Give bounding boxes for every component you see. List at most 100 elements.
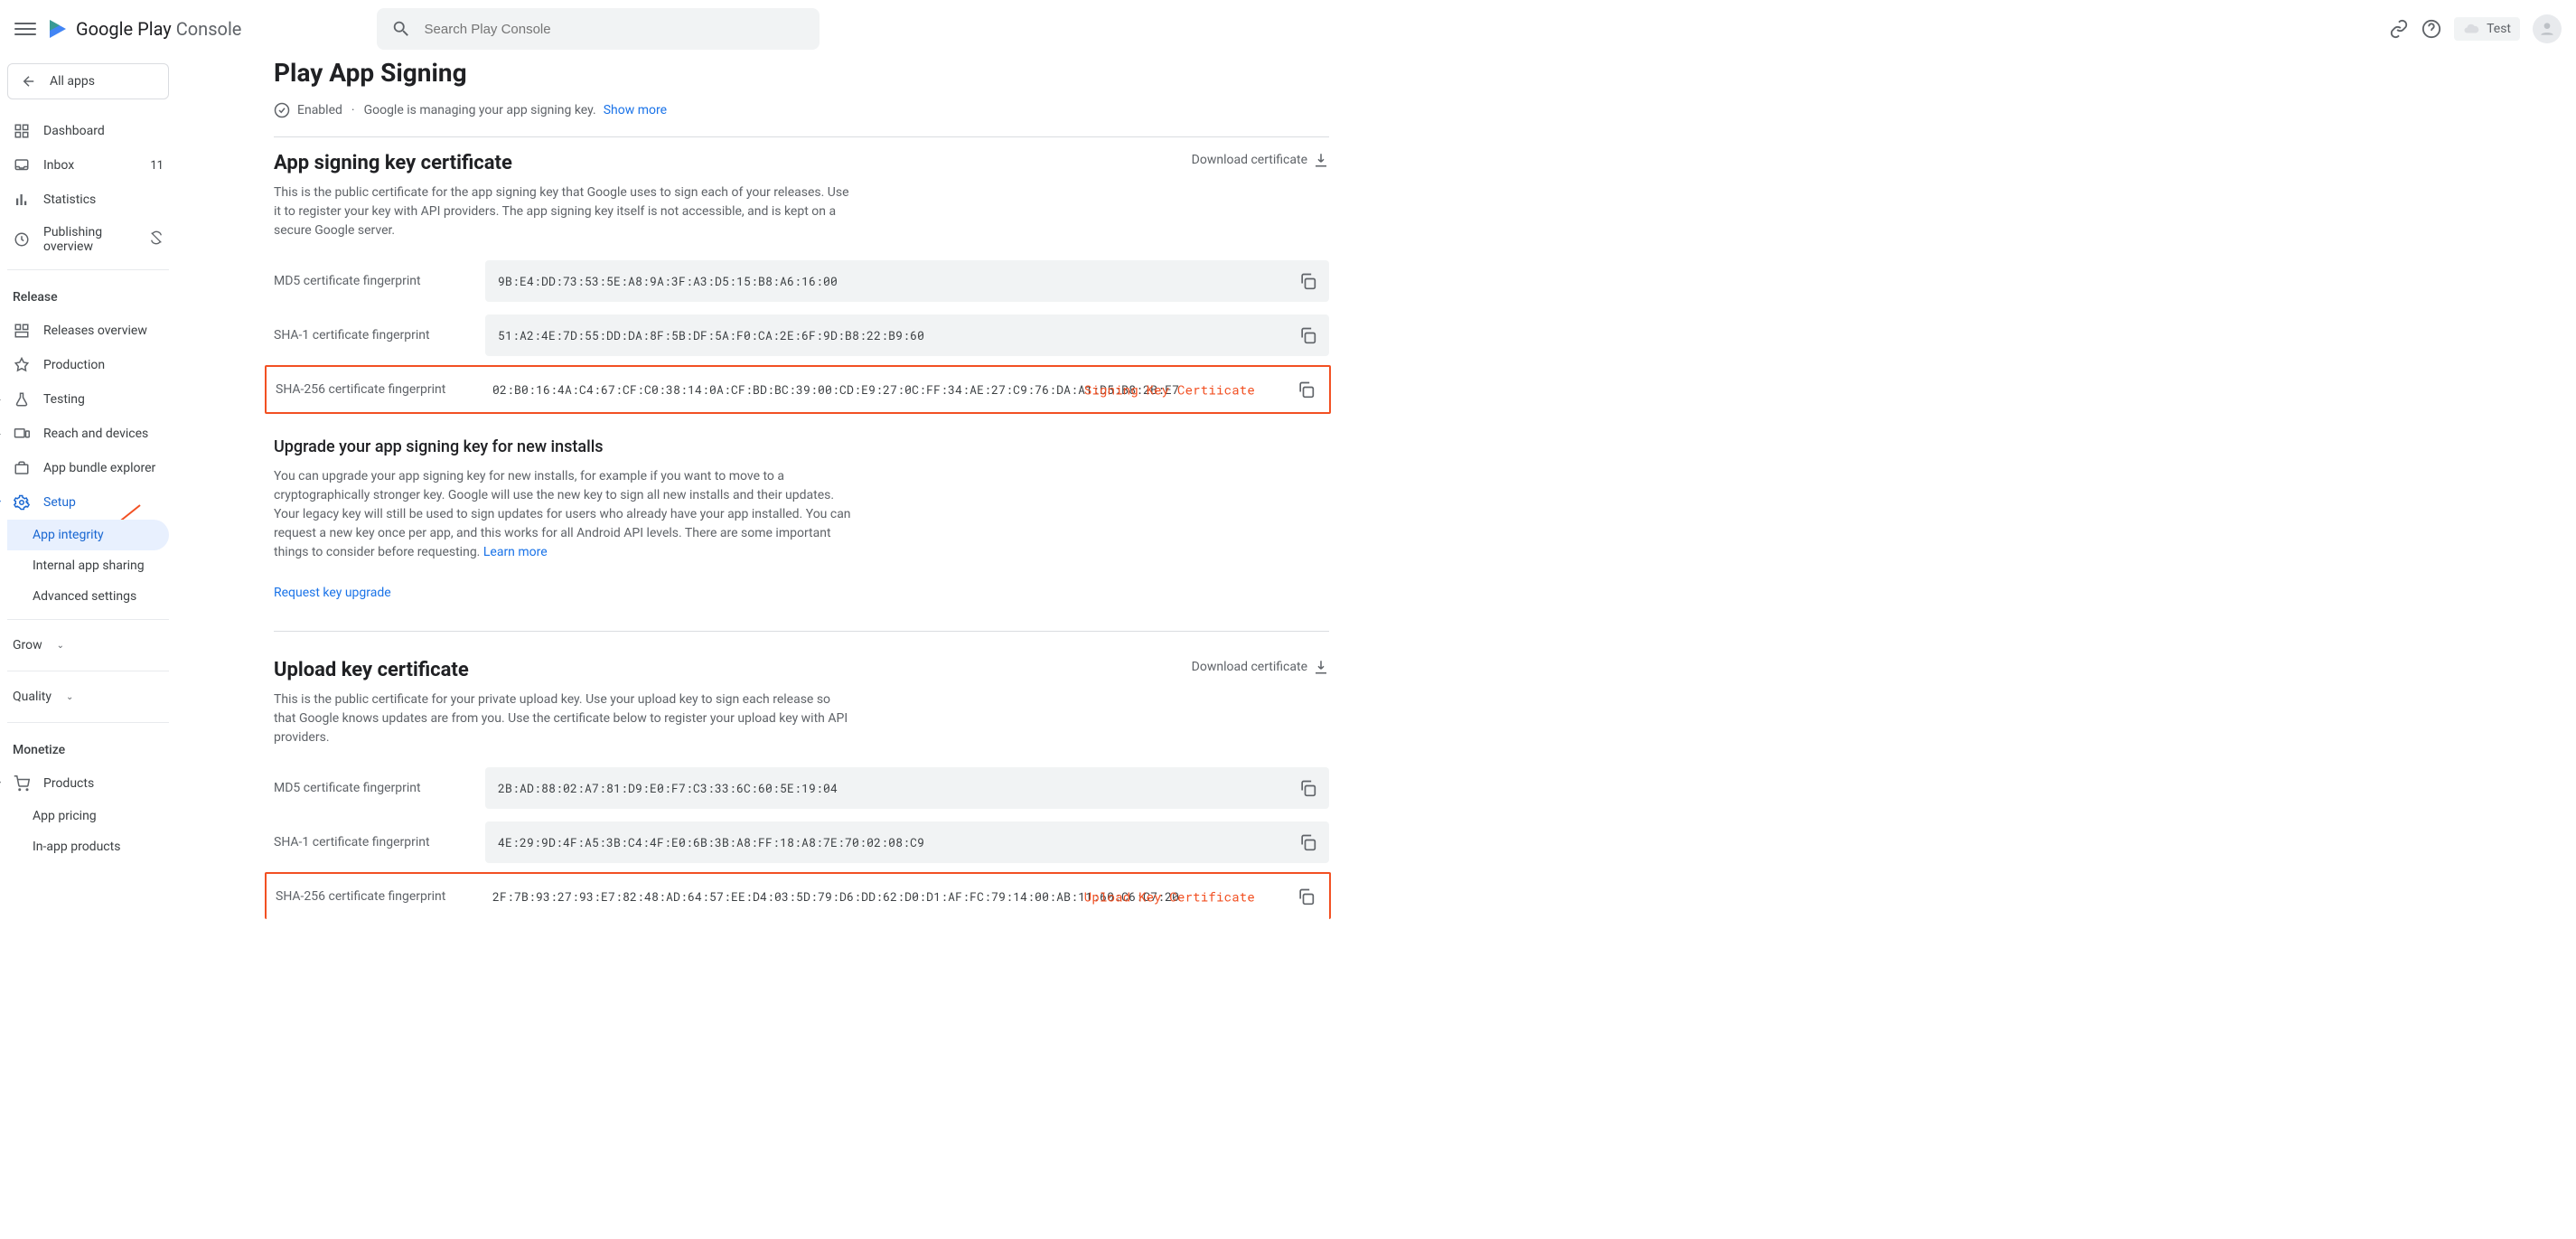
sidebar-item-releases-overview[interactable]: Releases overview	[7, 314, 169, 348]
sidebar-item-label: Releases overview	[43, 324, 147, 338]
fp-value-text: 9B:E4:DD:73:53:5E:A8:9A:3F:A3:D5:15:B8:A…	[498, 273, 838, 289]
sidebar-item-publishing[interactable]: Publishing overview	[7, 217, 169, 262]
header-right: Test	[2389, 14, 2562, 43]
sidebar-item-label: Dashboard	[43, 124, 105, 138]
logo-text: Google Play Console	[76, 18, 241, 40]
fingerprint-row-md5: MD5 certificate fingerprint 2B:AD:88:02:…	[274, 767, 1329, 809]
request-key-upgrade-link[interactable]: Request key upgrade	[274, 586, 391, 600]
copy-icon[interactable]	[1298, 326, 1316, 344]
app-badge[interactable]: Test	[2454, 17, 2520, 41]
sidebar-item-dashboard[interactable]: Dashboard	[7, 114, 169, 148]
sidebar-item-label: Production	[43, 358, 105, 372]
sidebar: All apps Dashboard Inbox 11 Statistics P…	[0, 58, 176, 955]
red-annotation: Upload Key Certificate	[1084, 888, 1255, 906]
flask-icon	[13, 390, 31, 408]
download-label: Download certificate	[1192, 660, 1307, 674]
section-title: App signing key certificate	[274, 152, 852, 174]
all-apps-label: All apps	[50, 74, 95, 89]
section-grow[interactable]: Grow ⌄	[7, 627, 169, 663]
section-label: Grow	[13, 638, 42, 652]
show-more-link[interactable]: Show more	[604, 103, 667, 117]
fingerprint-row-sha1: SHA-1 certificate fingerprint 4E:29:9D:4…	[274, 821, 1329, 863]
bundle-icon	[13, 459, 31, 477]
sidebar-item-app-integrity[interactable]: App integrity	[7, 520, 169, 550]
app-badge-label: Test	[2487, 22, 2511, 36]
page-title: Play App Signing	[274, 58, 1329, 88]
play-logo-icon	[47, 18, 69, 40]
section-quality[interactable]: Quality ⌄	[7, 679, 169, 715]
section-desc: This is the public certificate for your …	[274, 690, 852, 747]
sidebar-item-bundle[interactable]: App bundle explorer	[7, 451, 169, 485]
copy-icon[interactable]	[1298, 272, 1316, 290]
copy-icon[interactable]	[1297, 380, 1315, 399]
main-content: Play App Signing Enabled · Google is man…	[176, 58, 1351, 955]
section-release: Release	[7, 277, 169, 314]
sidebar-item-label: Internal app sharing	[33, 558, 145, 573]
download-certificate-button[interactable]: Download certificate	[1192, 152, 1329, 168]
fp-value: 2B:AD:88:02:A7:81:D9:E0:F7:C3:33:6C:60:5…	[485, 767, 1329, 809]
all-apps-button[interactable]: All apps	[7, 63, 169, 99]
logo[interactable]: Google Play Console	[47, 18, 241, 40]
fp-value: 02:B0:16:4A:C4:67:CF:C0:38:14:0A:CF:BD:B…	[480, 369, 1327, 410]
help-icon[interactable]	[2421, 19, 2441, 39]
sidebar-item-inbox[interactable]: Inbox 11	[7, 148, 169, 183]
search-bar[interactable]	[377, 8, 820, 50]
sync-off-icon	[149, 230, 164, 249]
menu-icon[interactable]	[14, 18, 36, 40]
sidebar-item-testing[interactable]: ▸ Testing	[7, 382, 169, 417]
download-icon	[1313, 152, 1329, 168]
link-icon[interactable]	[2389, 19, 2409, 39]
fingerprint-row-sha1: SHA-1 certificate fingerprint 51:A2:4E:7…	[274, 314, 1329, 356]
sidebar-item-label: Setup	[43, 495, 76, 510]
chevron-down-icon: ⌄	[66, 692, 73, 702]
fingerprint-row-sha256: SHA-256 certificate fingerprint 2F:7B:93…	[268, 876, 1327, 917]
sidebar-item-label: Reach and devices	[43, 427, 148, 441]
copy-icon[interactable]	[1298, 779, 1316, 797]
status-enabled-label: Enabled	[297, 103, 342, 117]
fp-value-text: 2F:7B:93:27:93:E7:82:48:AD:64:57:EE:D4:0…	[492, 888, 1179, 905]
learn-more-link[interactable]: Learn more	[483, 545, 548, 559]
copy-icon[interactable]	[1298, 833, 1316, 851]
sidebar-item-reach[interactable]: ▸ Reach and devices	[7, 417, 169, 451]
download-label: Download certificate	[1192, 153, 1307, 167]
cart-icon	[13, 774, 31, 793]
chevron-right-icon: ▸	[0, 395, 1, 405]
stats-icon	[13, 191, 31, 209]
releases-icon	[13, 322, 31, 340]
section-label: Quality	[13, 690, 52, 704]
search-input[interactable]	[425, 22, 806, 37]
sidebar-item-advanced-settings[interactable]: Advanced settings	[7, 581, 169, 612]
fp-label: SHA-256 certificate fingerprint	[268, 382, 480, 397]
download-certificate-button[interactable]: Download certificate	[1192, 659, 1329, 675]
status-line: Enabled · Google is managing your app si…	[274, 102, 1329, 118]
inbox-count: 11	[150, 159, 164, 173]
sidebar-item-iap[interactable]: In-app products	[7, 831, 169, 862]
sidebar-item-setup[interactable]: ▾ Setup	[7, 485, 169, 520]
search-icon	[391, 18, 411, 40]
sidebar-item-label: Inbox	[43, 158, 74, 173]
status-desc: Google is managing your app signing key.	[364, 103, 596, 117]
highlight-signing-sha256: SHA-256 certificate fingerprint 02:B0:16…	[265, 365, 1331, 414]
sidebar-item-products[interactable]: ▾ Products	[7, 766, 169, 801]
fp-value: 51:A2:4E:7D:55:DD:DA:8F:5B:DF:5A:F0:CA:2…	[485, 314, 1329, 356]
upgrade-title: Upgrade your app signing key for new ins…	[274, 437, 1329, 456]
rocket-icon	[13, 356, 31, 374]
highlight-upload-sha256: SHA-256 certificate fingerprint 2F:7B:93…	[265, 872, 1331, 919]
sidebar-item-internal-sharing[interactable]: Internal app sharing	[7, 550, 169, 581]
devices-icon	[13, 425, 31, 443]
sidebar-item-label: Publishing overview	[43, 225, 136, 254]
sidebar-item-app-pricing[interactable]: App pricing	[7, 801, 169, 831]
sidebar-item-production[interactable]: Production	[7, 348, 169, 382]
avatar[interactable]	[2533, 14, 2562, 43]
fp-label: SHA-1 certificate fingerprint	[274, 328, 485, 343]
cloud-icon	[2463, 21, 2479, 37]
person-icon	[2538, 20, 2556, 38]
chevron-down-icon: ▾	[0, 498, 1, 508]
copy-icon[interactable]	[1297, 887, 1315, 906]
sidebar-item-label: App bundle explorer	[43, 461, 155, 475]
sidebar-item-label: Statistics	[43, 192, 96, 207]
section-title: Upload key certificate	[274, 659, 852, 681]
sidebar-item-label: App pricing	[33, 809, 97, 823]
fingerprint-row-md5: MD5 certificate fingerprint 9B:E4:DD:73:…	[274, 260, 1329, 302]
sidebar-item-statistics[interactable]: Statistics	[7, 183, 169, 217]
